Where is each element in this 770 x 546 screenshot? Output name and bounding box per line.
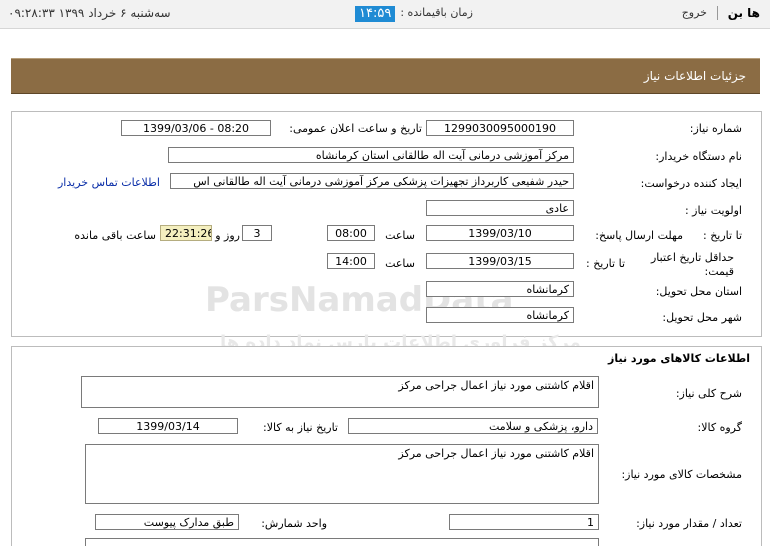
priority-field: عادی: [426, 200, 574, 216]
page-title: جزئیات اطلاعات نیاز: [643, 69, 746, 83]
buyer-contact-link[interactable]: اطلاعات تماس خریدار: [58, 176, 160, 189]
days-remaining-field: 3: [242, 225, 272, 241]
city-field: کرمانشاه: [426, 307, 574, 323]
separator: [717, 6, 718, 20]
city-label: شهر محل تحویل:: [662, 311, 742, 324]
buyer-field: مرکز آموزشی درمانی آیت اله طالقانی استان…: [168, 147, 574, 163]
deadline-to-label: تا تاریخ :: [703, 229, 742, 242]
unit-field: طبق مدارک پیوست: [95, 514, 239, 530]
validity-date-field: 1399/03/15: [426, 253, 574, 269]
need-details-panel: [11, 111, 762, 337]
deadline-time-field: 08:00: [327, 225, 375, 241]
need-number-field: 1299030095000190: [426, 120, 574, 136]
validity-time-field: 14:00: [327, 253, 375, 269]
session-timer: ۱۴:۵۹: [355, 6, 396, 22]
announce-date-field: 1399/03/06 - 08:20: [121, 120, 271, 136]
quantity-label: تعداد / مقدار مورد نیاز:: [636, 517, 742, 530]
days-label: روز و: [215, 229, 240, 242]
announce-date-label: تاریخ و ساعت اعلان عمومی:: [289, 122, 422, 135]
group-field: دارو، پزشکی و سلامت: [348, 418, 598, 434]
spec-label: مشخصات کالای مورد نیاز:: [621, 468, 742, 481]
priority-label: اولویت نیاز :: [684, 204, 742, 217]
summary-label: شرح کلی نیاز:: [675, 387, 742, 400]
need-date-label: تاریخ نیاز به کالا:: [263, 421, 338, 434]
current-datetime: سه‌شنبه ۶ خرداد ۱۳۹۹ ۰۹:۲۸:۳۳: [8, 6, 171, 20]
page-header: جزئیات اطلاعات نیاز: [11, 58, 760, 94]
need-number-label: شماره نیاز:: [689, 122, 742, 135]
validity-time-label: ساعت: [385, 257, 415, 270]
province-label: استان محل تحویل:: [655, 285, 742, 298]
buyer-label: نام دستگاه خریدار:: [655, 150, 742, 163]
validity-to-label: تا تاریخ :: [586, 257, 625, 270]
remaining-time-suffix: ساعت باقی مانده: [74, 229, 156, 242]
creator-field: حیدر شفیعی کاربرداز تجهیزات پزشکی مرکز آ…: [170, 173, 574, 189]
summary-field: اقلام کاشتنی مورد نیاز اعمال جراحی مرکز: [81, 376, 599, 408]
unit-label: واحد شمارش:: [261, 517, 327, 530]
deadline-label: مهلت ارسال پاسخ:: [595, 229, 683, 242]
province-field: کرمانشاه: [426, 281, 574, 297]
spec-field: اقلام کاشتنی مورد نیاز اعمال جراحی مرکز: [85, 444, 599, 504]
creator-label: ایجاد کننده درخواست:: [640, 177, 742, 190]
top-bar: ها بن خروج زمان باقیمانده : ۱۴:۵۹ سه‌شنب…: [0, 0, 770, 29]
deadline-date-field: 1399/03/10: [426, 225, 574, 241]
exit-link[interactable]: خروج: [682, 6, 707, 19]
remaining-time-field: 22:31:26: [160, 225, 212, 241]
remaining-time-label: زمان باقیمانده :: [400, 6, 473, 19]
deadline-time-label: ساعت: [385, 229, 415, 242]
logo: ها بن: [727, 6, 760, 20]
group-label: گروه کالا:: [697, 421, 742, 434]
quantity-field: 1: [449, 514, 599, 530]
goods-section-title: اطلاعات کالاهای مورد نیاز: [608, 352, 750, 365]
validity-label: حداقل تاریخ اعتبار قیمت:: [650, 251, 734, 278]
need-date-field: 1399/03/14: [98, 418, 238, 434]
